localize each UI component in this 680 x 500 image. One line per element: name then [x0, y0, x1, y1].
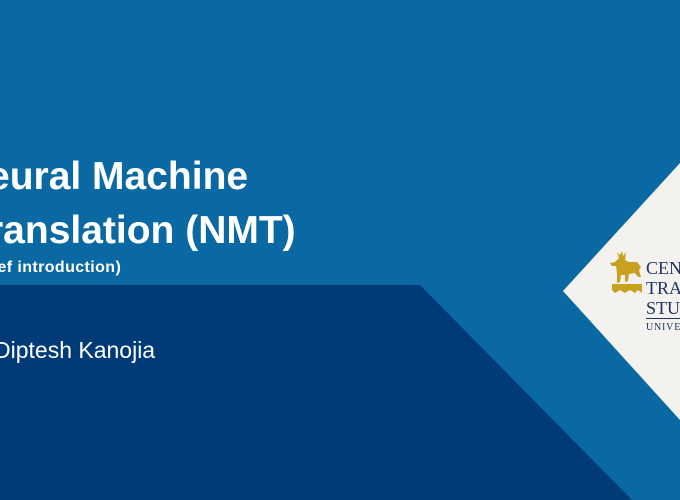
logo-wordmark: CEN TRA STU — [646, 258, 680, 318]
logo-divider — [646, 318, 680, 319]
logo-line-3: STU — [646, 298, 680, 318]
title-slide: eural Machine ranslation (NMT) rief intr… — [0, 0, 680, 500]
logo-university-text: UNIVER — [646, 322, 680, 333]
logo-line-1: CEN — [646, 258, 680, 278]
logo-line-2: TRA — [646, 278, 680, 298]
university-logo-badge — [563, 163, 680, 420]
